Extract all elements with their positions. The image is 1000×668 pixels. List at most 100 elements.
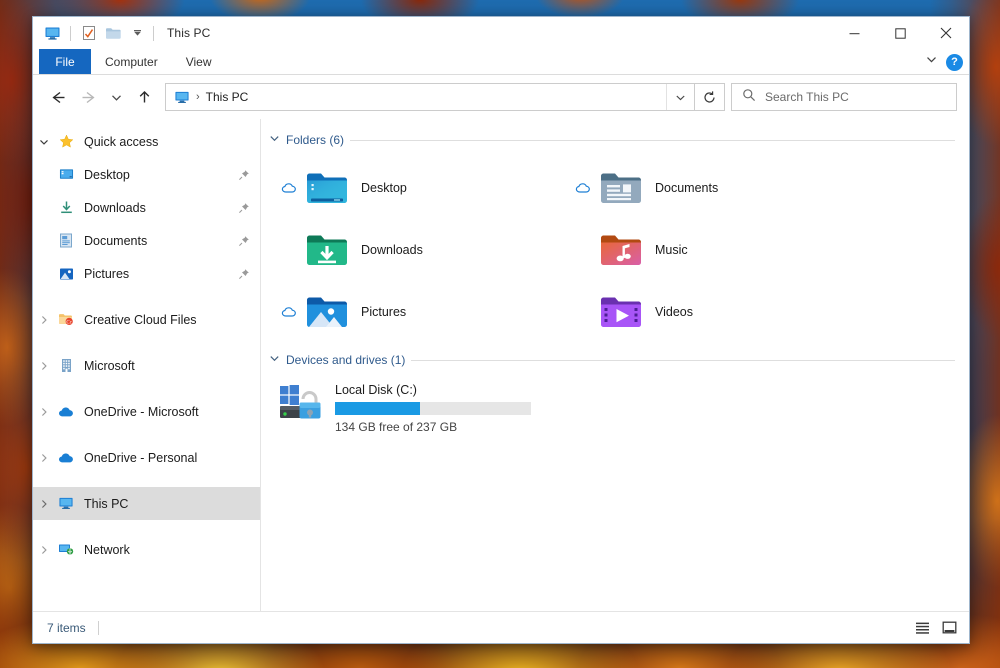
sidebar-item-label: This PC [84, 496, 129, 511]
chevron-right-icon[interactable] [33, 361, 55, 371]
group-divider-line [411, 359, 955, 361]
chevron-right-icon[interactable] [33, 545, 55, 555]
window-controls [831, 17, 969, 49]
drives-group-header[interactable]: Devices and drives (1) [269, 349, 955, 371]
folder-pictures-icon [303, 288, 351, 336]
folder-tile-label: Videos [655, 305, 693, 319]
content-pane: Folders (6) Desktop Documents Downloads … [261, 119, 969, 611]
forward-button[interactable] [73, 82, 103, 112]
help-icon[interactable]: ? [946, 53, 963, 71]
large-icons-view-button[interactable] [937, 617, 961, 639]
building-icon [55, 358, 77, 373]
qat-divider [70, 25, 71, 41]
folder-tile-videos[interactable]: Videos [563, 281, 857, 343]
sidebar-item-onedrive-personal[interactable]: OneDrive - Personal [33, 441, 260, 474]
sidebar-item-label: Microsoft [84, 358, 135, 373]
new-folder-icon[interactable] [102, 22, 124, 44]
creative-cloud-icon: Cc [55, 312, 77, 327]
sidebar-item-pictures[interactable]: Pictures [33, 257, 260, 290]
drives-group-title: Devices and drives (1) [286, 353, 406, 367]
tab-file[interactable]: File [39, 49, 91, 74]
sidebar-item-label: Desktop [84, 167, 130, 182]
folder-tile-label: Downloads [361, 243, 423, 257]
downloads-icon [55, 200, 77, 215]
pin-icon[interactable] [238, 268, 250, 280]
drive-info: Local Disk (C:) 134 GB free of 237 GB [335, 381, 531, 434]
drive-usage-fill [335, 402, 421, 415]
refresh-button[interactable] [695, 83, 725, 111]
breadcrumb[interactable]: › This PC [165, 83, 695, 111]
sidebar-item-label: Quick access [84, 134, 159, 149]
breadcrumb-path[interactable]: This PC [206, 90, 249, 104]
folder-tile-documents[interactable]: Documents [563, 157, 857, 219]
sidebar-item-label: OneDrive - Personal [84, 450, 198, 465]
documents-icon [55, 233, 77, 248]
ribbon-right-controls: ? [925, 49, 963, 75]
tab-computer[interactable]: Computer [91, 49, 172, 74]
sidebar-item-label: Downloads [84, 200, 146, 215]
pin-icon[interactable] [238, 202, 250, 214]
status-divider [97, 620, 99, 635]
cloud-online-only-icon [275, 182, 303, 195]
svg-text:Cc: Cc [66, 320, 72, 325]
minimize-button[interactable] [831, 17, 877, 49]
pin-icon[interactable] [238, 235, 250, 247]
drive-usage-bar [335, 402, 531, 415]
back-button[interactable] [43, 82, 73, 112]
folder-tile-pictures[interactable]: Pictures [269, 281, 563, 343]
chevron-down-icon[interactable] [33, 137, 55, 147]
folder-tile-label: Documents [655, 181, 719, 195]
folder-documents-icon [597, 164, 645, 212]
breadcrumb-dropdown-icon[interactable] [666, 84, 694, 110]
recent-locations-button[interactable] [103, 82, 129, 112]
sidebar-item-creative-cloud-files[interactable]: Cc Creative Cloud Files [33, 303, 260, 336]
file-explorer-window: This PC File Computer View ? › This PC S… [32, 16, 970, 644]
chevron-down-icon[interactable] [269, 351, 280, 369]
breadcrumb-this-pc-icon [174, 90, 190, 105]
drive-item-local-disk-c[interactable]: Local Disk (C:) 134 GB free of 237 GB [269, 377, 589, 438]
properties-icon[interactable] [78, 22, 100, 44]
folders-tile-grid: Desktop Documents Downloads Music Pictur… [269, 157, 955, 343]
folders-group-header[interactable]: Folders (6) [269, 129, 955, 151]
sidebar-item-downloads[interactable]: Downloads [33, 191, 260, 224]
sidebar-item-onedrive-microsoft[interactable]: OneDrive - Microsoft [33, 395, 260, 428]
chevron-right-icon[interactable] [33, 453, 55, 463]
up-button[interactable] [129, 82, 159, 112]
window-title: This PC [167, 26, 211, 40]
chevron-right-icon[interactable] [33, 407, 55, 417]
customize-qat-dropdown-icon[interactable] [126, 22, 148, 44]
drive-capacity-text: 134 GB free of 237 GB [335, 420, 458, 434]
folder-tile-label: Music [655, 243, 688, 257]
maximize-button[interactable] [877, 17, 923, 49]
pictures-icon [55, 267, 77, 281]
folder-tile-music[interactable]: Music [563, 219, 857, 281]
folder-music-icon [597, 226, 645, 274]
sidebar-item-this-pc[interactable]: This PC [33, 487, 260, 520]
onedrive-icon [55, 406, 77, 418]
explorer-body: Quick access Desktop Downloads Documents… [33, 119, 969, 611]
sidebar-item-quick-access[interactable]: Quick access [33, 125, 260, 158]
chevron-right-icon[interactable] [33, 315, 55, 325]
title-bar[interactable]: This PC [33, 17, 969, 49]
search-placeholder: Search This PC [765, 90, 849, 104]
qat-title-divider [153, 25, 154, 41]
sidebar-item-desktop[interactable]: Desktop [33, 158, 260, 191]
breadcrumb-separator: › [196, 91, 200, 103]
network-icon [55, 542, 77, 557]
close-button[interactable] [923, 17, 969, 49]
address-bar-row: › This PC Search This PC [33, 75, 969, 119]
sidebar-item-microsoft[interactable]: Microsoft [33, 349, 260, 382]
chevron-down-icon[interactable] [269, 131, 280, 149]
tab-view[interactable]: View [172, 49, 226, 74]
cloud-online-only-icon [569, 182, 597, 195]
pin-icon[interactable] [238, 169, 250, 181]
details-view-button[interactable] [910, 617, 934, 639]
sidebar-item-documents[interactable]: Documents [33, 224, 260, 257]
folder-tile-desktop[interactable]: Desktop [269, 157, 563, 219]
chevron-right-icon[interactable] [33, 499, 55, 509]
expand-ribbon-icon[interactable] [925, 53, 938, 71]
search-input[interactable]: Search This PC [731, 83, 957, 111]
this-pc-icon [41, 22, 63, 44]
sidebar-item-network[interactable]: Network [33, 533, 260, 566]
folder-tile-downloads[interactable]: Downloads [269, 219, 563, 281]
